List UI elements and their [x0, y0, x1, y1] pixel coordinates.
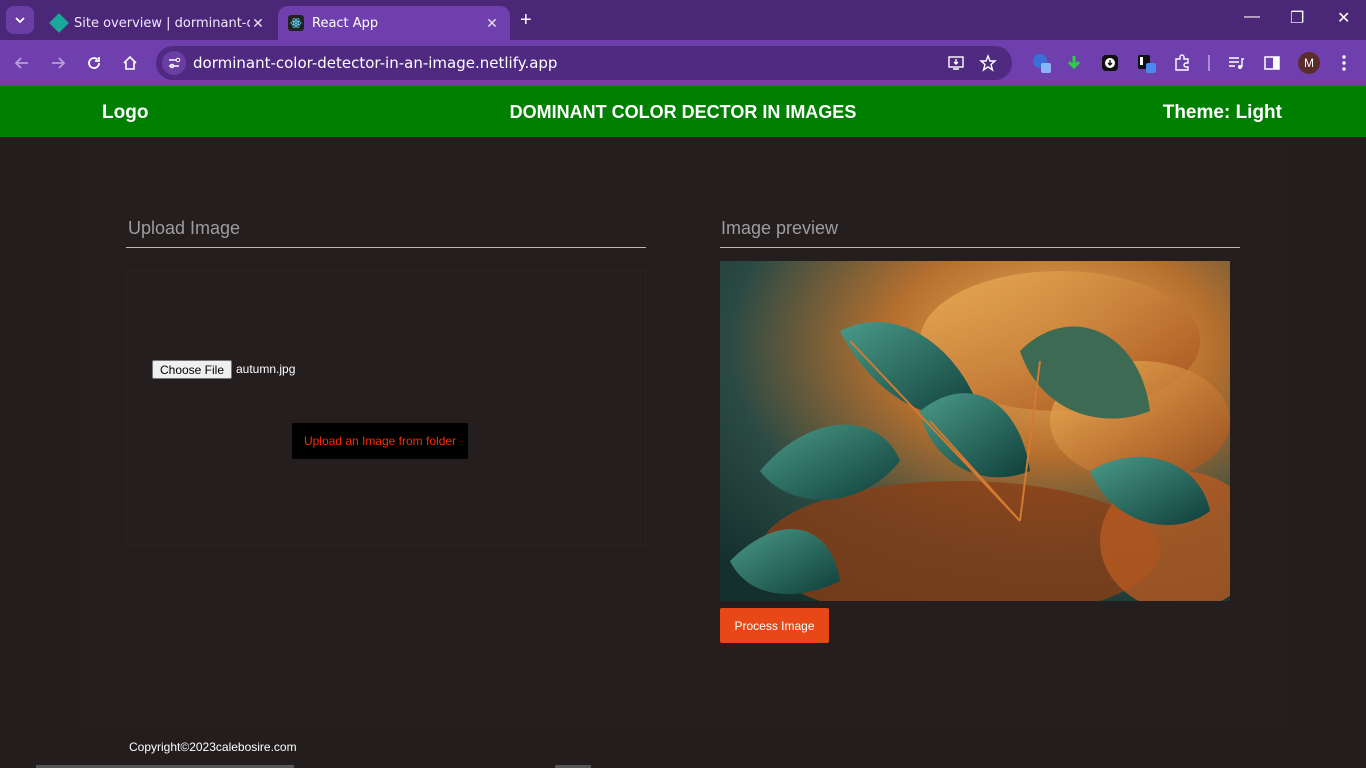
window-close-icon[interactable]: ✕ [1337, 8, 1350, 28]
tab-title: React App [312, 15, 379, 31]
app-header: Logo DOMINANT COLOR DECTOR IN IMAGES The… [0, 86, 1366, 137]
react-icon [288, 15, 304, 31]
extension-download-icon[interactable] [1064, 53, 1084, 73]
side-panel-icon[interactable] [1262, 53, 1282, 73]
profile-avatar[interactable]: M [1298, 52, 1320, 74]
upload-from-folder-button[interactable]: Upload an Image from folder [292, 423, 468, 459]
choose-file-button[interactable]: Choose File [152, 360, 232, 379]
browser-toolbar: dorminant-color-detector-in-an-image.net… [0, 40, 1366, 86]
tab-site-overview[interactable]: Site overview | dorminant-color ✕ [40, 6, 276, 40]
minimize-icon[interactable]: — [1244, 8, 1260, 26]
chevron-down-icon [15, 17, 25, 24]
selected-file-name: autumn.jpg [236, 362, 296, 376]
upload-divider [126, 247, 646, 248]
extension-dark-download-icon[interactable] [1100, 53, 1120, 73]
process-image-button[interactable]: Process Image [720, 608, 829, 643]
extensions-puzzle-icon[interactable] [1172, 53, 1192, 73]
close-icon[interactable]: ✕ [484, 15, 500, 32]
netlify-diamond-icon [49, 13, 69, 33]
forward-arrow-icon[interactable] [46, 51, 70, 75]
media-playlist-icon[interactable] [1226, 53, 1246, 73]
tab-title: Site overview | dorminant-color [74, 15, 250, 31]
tab-react-app[interactable]: React App ✕ [278, 6, 510, 40]
extension-notes-icon[interactable] [1136, 53, 1156, 73]
home-icon[interactable] [118, 51, 142, 75]
site-info-icon[interactable] [162, 51, 186, 75]
url-text: dorminant-color-detector-in-an-image.net… [193, 54, 558, 72]
reload-icon[interactable] [82, 51, 106, 75]
app-title: DOMINANT COLOR DECTOR IN IMAGES [509, 102, 857, 122]
new-tab-plus-icon[interactable]: + [520, 10, 532, 30]
bookmark-star-icon[interactable] [978, 53, 998, 73]
back-arrow-icon[interactable] [10, 51, 34, 75]
tab-search-button[interactable] [6, 6, 34, 34]
kebab-menu-icon[interactable] [1334, 53, 1354, 73]
preview-section-title: Image preview [721, 218, 839, 238]
theme-toggle[interactable]: Theme: Light [1163, 102, 1282, 124]
close-icon[interactable]: ✕ [250, 15, 266, 32]
toolbar-divider [1208, 55, 1210, 71]
upload-box [126, 270, 646, 546]
preview-divider [720, 247, 1240, 248]
restore-icon[interactable]: ❐ [1290, 8, 1304, 28]
footer-copyright: Copyright©2023calebosire.com [129, 740, 297, 754]
upload-section-title: Upload Image [128, 218, 241, 238]
browser-tabbar: Site overview | dorminant-color ✕ React … [0, 0, 1366, 40]
extension-translate-icon[interactable] [1032, 53, 1052, 73]
install-app-icon[interactable] [946, 53, 966, 73]
address-bar[interactable]: dorminant-color-detector-in-an-image.net… [156, 46, 1012, 80]
preview-image [720, 261, 1230, 601]
